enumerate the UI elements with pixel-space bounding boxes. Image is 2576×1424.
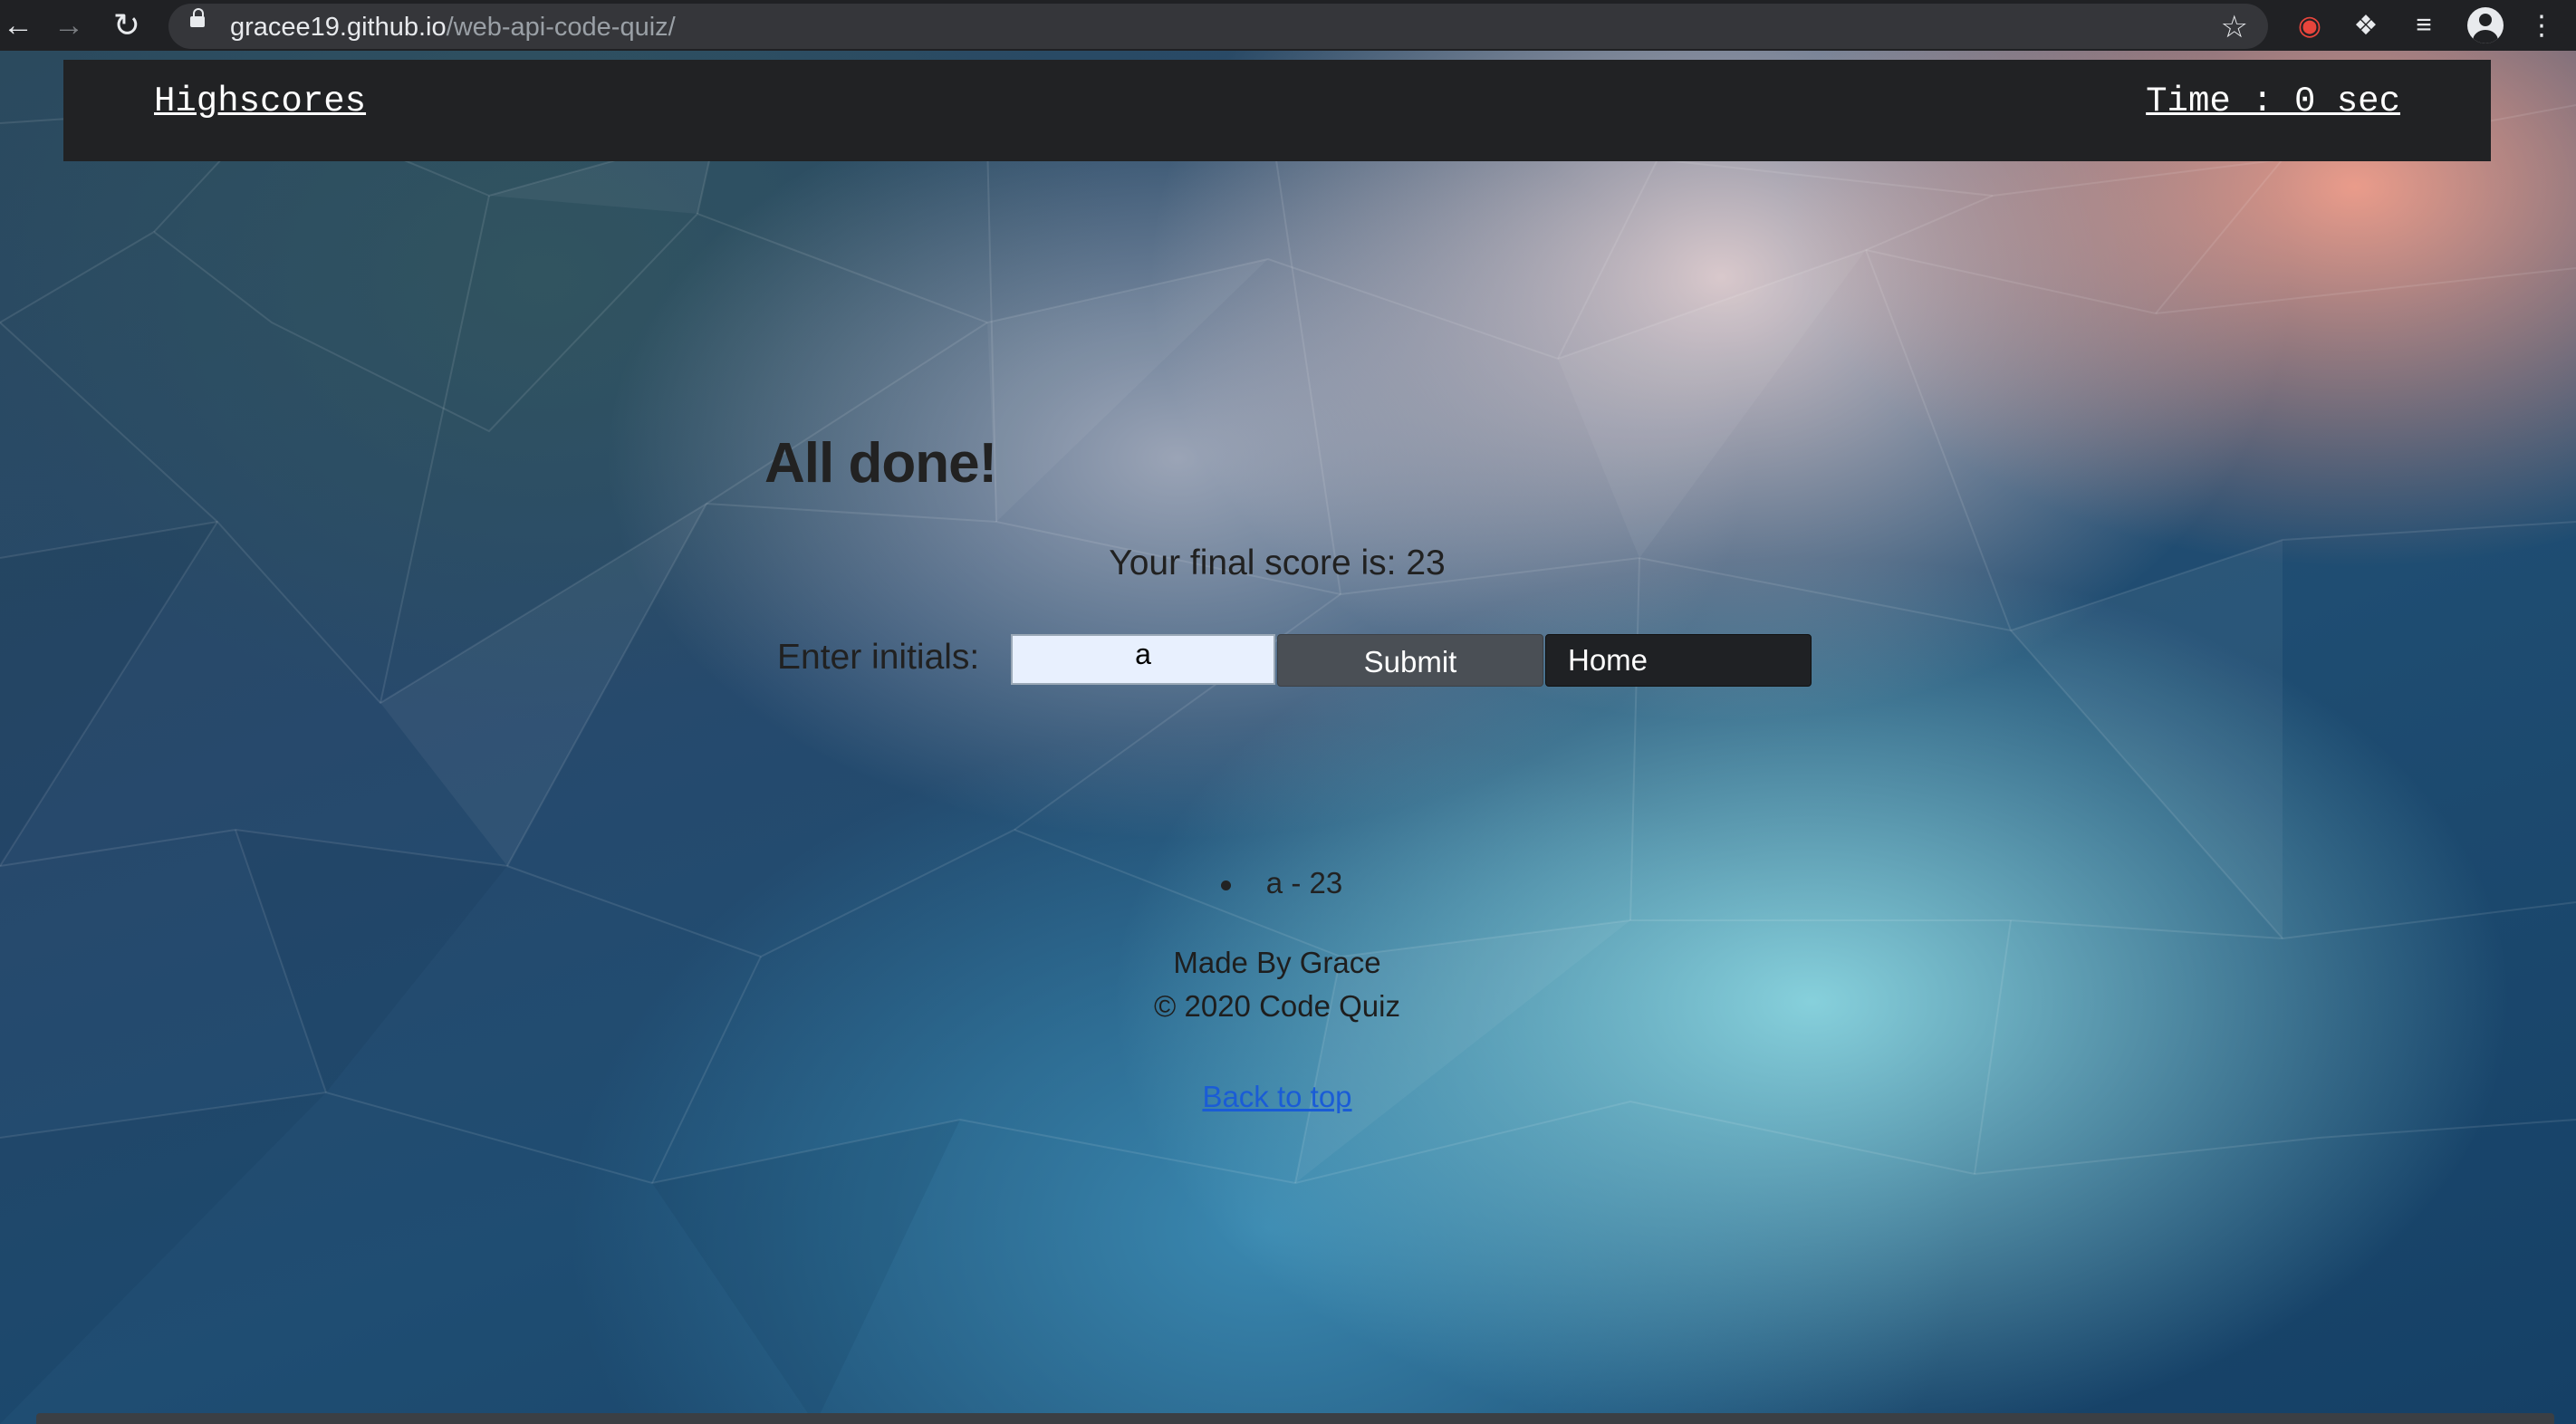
home-button[interactable]: Home (1545, 634, 1812, 687)
extensions-puzzle-icon[interactable]: ❖ (2348, 7, 2384, 43)
screen-recorder-extension-icon[interactable]: ◉ (2292, 7, 2328, 43)
list-item: a - 23 (1212, 866, 1342, 900)
lock-icon (190, 8, 205, 27)
address-bar[interactable]: gracee19.github.io/web-api-code-quiz/ ☆ (168, 4, 2268, 49)
low-poly-background (0, 103, 2576, 1424)
bookmark-star-icon[interactable]: ☆ (2221, 9, 2248, 45)
submit-button[interactable]: Submit (1277, 634, 1543, 687)
footer-copyright: © 2020 Code Quiz (1154, 989, 1400, 1023)
browser-toolbar: ← → ↻ gracee19.github.io/web-api-code-qu… (0, 0, 2576, 51)
url-path: /web-api-code-quiz/ (446, 13, 676, 42)
page-title: All done! (764, 432, 997, 495)
initials-label: Enter initials: (777, 638, 980, 677)
profile-avatar-icon[interactable] (2467, 7, 2504, 43)
browser-menu-icon[interactable]: ⋮ (2523, 7, 2560, 43)
page-viewport: Highscores Time : 0 sec All done! Your f… (0, 51, 2576, 1424)
final-score-text: Your final score is: 23 (1109, 544, 1446, 582)
highscore-list: a - 23 (0, 866, 2554, 900)
back-to-top-container: Back to top (0, 1080, 2554, 1114)
url-text: gracee19.github.io/web-api-code-quiz/ (230, 13, 676, 43)
horizontal-scrollbar[interactable] (36, 1413, 2554, 1424)
back-arrow-icon[interactable]: ← (0, 7, 36, 43)
app-navbar: Highscores Time : 0 sec (63, 60, 2491, 161)
timer-display: Time : 0 sec (2146, 82, 2400, 121)
reload-icon[interactable]: ↻ (109, 7, 145, 43)
url-host: gracee19.github.io (230, 13, 447, 42)
forward-arrow-icon[interactable]: → (51, 7, 87, 43)
media-queue-icon[interactable]: ≡ (2406, 7, 2442, 43)
back-to-top-link[interactable]: Back to top (1202, 1080, 1351, 1113)
footer-credit: Made By Grace (1173, 946, 1381, 979)
initials-input[interactable] (1011, 634, 1275, 685)
highscores-link[interactable]: Highscores (154, 82, 366, 121)
